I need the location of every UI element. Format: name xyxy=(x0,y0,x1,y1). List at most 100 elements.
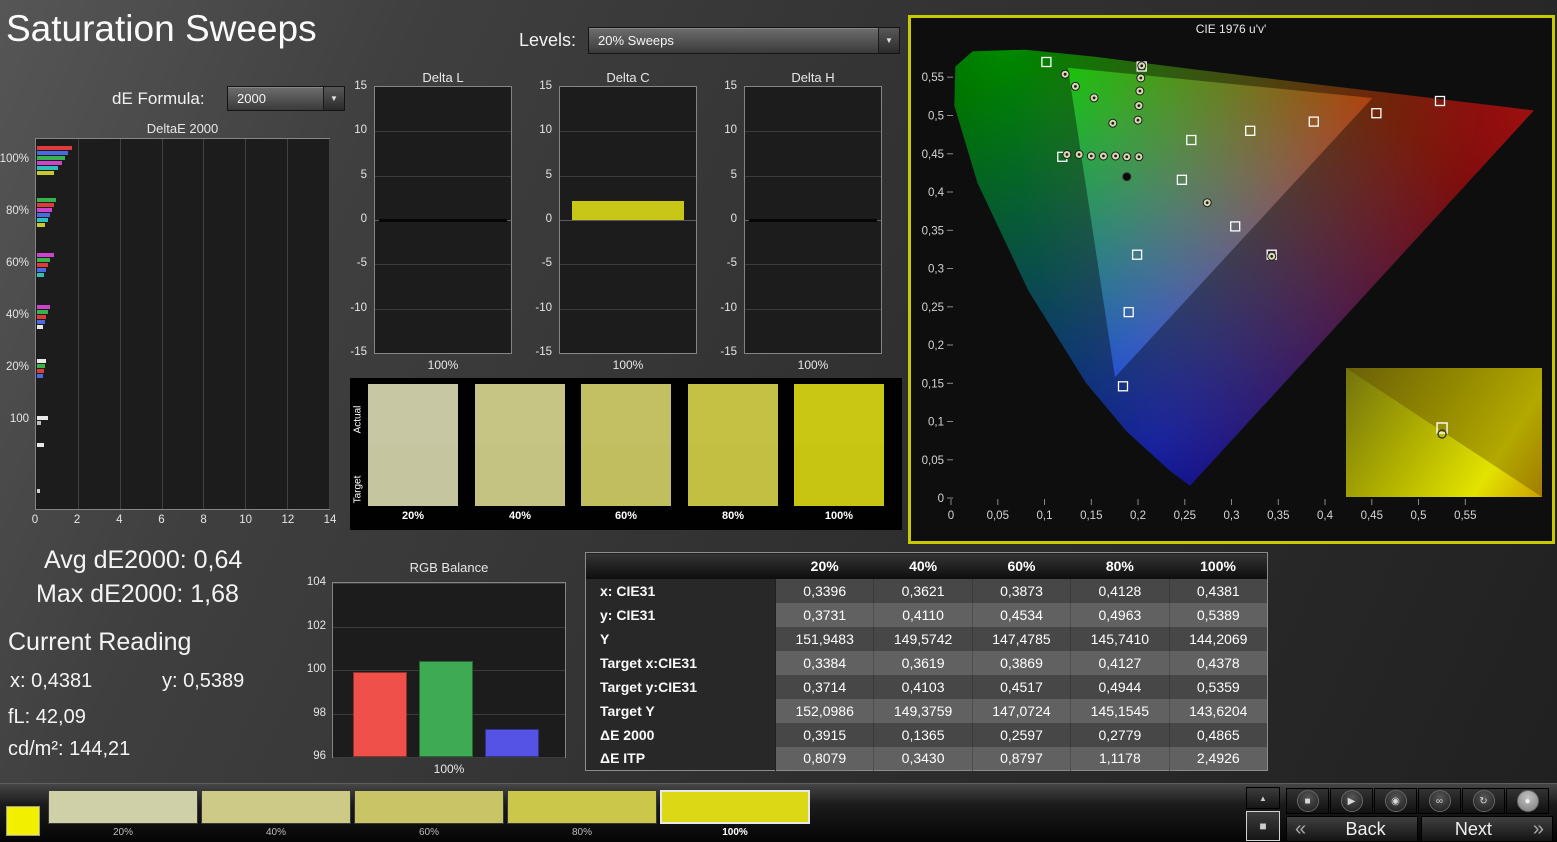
table-cell: 151,9483 xyxy=(776,627,874,651)
cie-chart: 00,050,10,150,20,250,30,350,40,450,50,55… xyxy=(911,18,1552,541)
level-button-100%[interactable]: 100% xyxy=(660,790,810,838)
stop-button[interactable]: ■ xyxy=(1286,788,1329,814)
transport-controls: ■ ▶ ◉ ∞↻● xyxy=(1286,788,1550,814)
loop-button[interactable]: ↻ xyxy=(1462,788,1505,814)
de-formula-dropdown[interactable]: 2000 ▼ xyxy=(227,86,345,111)
table-row: Target y:CIE310,37140,41030,45170,49440,… xyxy=(586,675,1268,699)
table-cell: 0,4381 xyxy=(1169,579,1267,603)
axis-tick-label: 20% xyxy=(6,361,29,373)
axis-tick-label: 96 xyxy=(313,750,326,762)
collapse-button[interactable]: ▲ xyxy=(1246,787,1280,809)
continuous-button[interactable]: ∞ xyxy=(1418,788,1461,814)
actual-label-text: Actual xyxy=(352,405,363,433)
target-label-text: Target xyxy=(352,475,363,503)
table-cell: 0,4944 xyxy=(1071,675,1169,699)
deltae-bar xyxy=(37,166,58,170)
level-button-80%[interactable]: 80% xyxy=(507,790,657,838)
axis-tick-label: -5 xyxy=(357,257,367,269)
cie-x-tick-label: 0,2 xyxy=(1130,510,1146,522)
axis-tick-label: 5 xyxy=(361,169,367,181)
cie-x-tick-label: 0,1 xyxy=(1037,510,1053,522)
grid-line xyxy=(745,264,881,265)
table-cell: 0,4865 xyxy=(1169,723,1267,747)
rgb-bar-blue xyxy=(485,729,539,757)
cie-measured-marker-dot xyxy=(1125,155,1128,158)
delta-l-title: Delta L xyxy=(374,70,512,85)
axis-tick-label: 10 xyxy=(724,124,737,136)
table-row: Target x:CIE310,33840,36190,38690,41270,… xyxy=(586,651,1268,675)
axis-tick-label: 5 xyxy=(731,169,737,181)
delta-bar xyxy=(572,201,684,221)
cie-measured-marker-dot xyxy=(1078,153,1081,156)
grid-line xyxy=(560,176,696,177)
axis-tick-label: 98 xyxy=(313,707,326,719)
cie-y-tick-label: 0,4 xyxy=(928,187,945,199)
level-button-40%[interactable]: 40% xyxy=(201,790,351,838)
table-cell: 0,8797 xyxy=(972,747,1070,771)
rgb-balance-chart xyxy=(332,582,566,758)
actual-swatch xyxy=(475,384,565,445)
column-header: 60% xyxy=(972,553,1070,579)
table-cell: 0,3619 xyxy=(874,651,972,675)
table-cell: 0,4534 xyxy=(972,603,1070,627)
deltae-bar xyxy=(37,369,44,373)
row-label: y: CIE31 xyxy=(586,603,776,627)
grid-line xyxy=(78,139,79,509)
deltae-bar xyxy=(37,489,40,493)
stop-icon: ■ xyxy=(1297,790,1319,812)
grid-line xyxy=(375,131,511,132)
target-icon: ◉ xyxy=(1385,790,1407,812)
target-button[interactable]: ◉ xyxy=(1374,788,1417,814)
deltae-bar xyxy=(37,218,48,222)
grid-line xyxy=(375,176,511,177)
cie-x-tick-label: 0,4 xyxy=(1317,510,1334,522)
cie-y-tick-label: 0,1 xyxy=(928,417,944,429)
axis-tick-label: -10 xyxy=(535,302,552,314)
current-x-readout: x: 0,4381 xyxy=(10,670,92,693)
axis-tick-label: 0 xyxy=(32,514,38,526)
back-button[interactable]: « Back xyxy=(1286,816,1418,842)
pattern-window-button[interactable]: ■ xyxy=(1246,811,1280,841)
axis-tick-label: 2 xyxy=(74,514,80,526)
target-axis-label: Target xyxy=(350,456,365,522)
row-label: Y xyxy=(586,627,776,651)
table-row: ΔE 20000,39150,13650,25970,27790,4865 xyxy=(586,723,1268,747)
actual-axis-label: Actual xyxy=(350,386,365,452)
delta-c-chart xyxy=(559,86,697,354)
deltae-chart xyxy=(35,138,330,510)
deltae-bar xyxy=(37,253,54,257)
saturation-swatch-40% xyxy=(475,384,565,506)
axis-tick-label: -10 xyxy=(350,302,367,314)
axis-tick-label: -15 xyxy=(350,346,367,358)
saturation-swatch-100% xyxy=(794,384,884,506)
level-button-60%[interactable]: 60% xyxy=(354,790,504,838)
rgb-bar-red xyxy=(353,672,407,757)
axis-tick-label: 15 xyxy=(539,80,552,92)
page-title: Saturation Sweeps xyxy=(6,8,317,50)
level-button-20%[interactable]: 20% xyxy=(48,790,198,838)
grid-line xyxy=(120,139,121,509)
delta-c-x-label: 100% xyxy=(559,358,697,372)
table-cell: 0,2597 xyxy=(972,723,1070,747)
cie-title: CIE 1976 u'v' xyxy=(1196,22,1267,36)
target-swatch xyxy=(794,445,884,506)
rgb-bar-green xyxy=(419,661,473,757)
pattern-controls: ▲ ■ xyxy=(1246,787,1280,842)
level-swatch xyxy=(201,790,351,824)
play-button[interactable]: ▶ xyxy=(1330,788,1373,814)
cie-measured-marker-dot xyxy=(1064,73,1067,76)
cie-x-tick-label: 0,5 xyxy=(1411,510,1427,522)
deltae-bar xyxy=(37,268,46,272)
record-button[interactable]: ● xyxy=(1506,788,1549,814)
cie-measured-marker-dot xyxy=(1137,119,1140,122)
levels-dropdown[interactable]: 20% Sweeps ▼ xyxy=(588,27,900,54)
axis-tick-label: 100% xyxy=(0,153,29,165)
grid-line xyxy=(203,139,204,509)
level-label: 80% xyxy=(507,827,657,838)
next-button[interactable]: Next » xyxy=(1421,816,1553,842)
table-cell: 0,3915 xyxy=(776,723,874,747)
axis-tick-label: 4 xyxy=(116,514,122,526)
grid-line xyxy=(333,583,565,584)
axis-tick-label: 40% xyxy=(6,309,29,321)
cie-measured-marker-dot xyxy=(1093,97,1096,100)
